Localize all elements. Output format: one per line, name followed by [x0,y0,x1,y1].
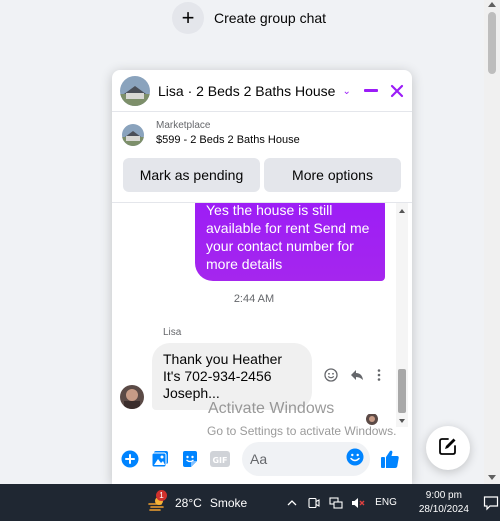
listing-source: Marketplace [156,120,211,131]
outgoing-message: Yes the house is still available for ren… [195,203,385,281]
avatar[interactable] [120,385,144,409]
clock-time: 9:00 pm [425,489,462,501]
message-input[interactable] [250,451,346,467]
weather-widget[interactable]: 1 28°C Smoke [147,489,248,512]
network-icon[interactable] [329,496,343,510]
more-icon[interactable] [376,368,382,387]
mark-as-pending-button[interactable]: Mark as pending [123,158,260,192]
page-scrollbar[interactable] [484,0,500,484]
scroll-up-arrow[interactable] [488,2,496,7]
clock[interactable]: 9:00 pm 28/10/2024 [419,489,469,517]
minimize-icon[interactable] [364,89,378,92]
notification-icon[interactable] [483,495,499,511]
close-icon[interactable] [390,84,404,98]
weather-badge: 1 [156,489,167,501]
sender-name: Lisa [163,327,182,338]
chat-header: Lisa · 2 Beds 2 Baths House ⌄ [112,70,412,112]
listing-avatar[interactable] [120,75,150,106]
weather-condition: Smoke [209,495,248,510]
scroll-down-arrow[interactable] [488,475,496,480]
sticker-icon[interactable] [180,449,200,469]
new-message-button[interactable] [426,426,470,470]
image-icon[interactable] [150,449,170,469]
system-tray: ENG [285,496,397,510]
message-timestamp: 2:44 AM [233,293,275,305]
taskbar: 1 28°C Smoke ENG 9:00 pm 28/10/2024 [0,484,500,521]
chat-window: Lisa · 2 Beds 2 Baths House ⌄ Marketplac… [112,70,412,484]
weather-icon: 1 [147,489,167,512]
language-indicator[interactable]: ENG [375,497,397,508]
plus-circle-icon[interactable] [120,449,140,469]
scrollbar-thumb[interactable] [488,12,496,74]
plus-icon: + [172,2,204,34]
meet-now-icon[interactable] [307,496,321,510]
emoji-icon[interactable] [346,448,364,471]
listing-price-title: $599 - 2 Beds 2 Baths House [156,134,300,146]
chevron-down-icon[interactable]: ⌄ [342,86,350,97]
message-scrollbar[interactable] [396,203,408,427]
chat-title[interactable]: Lisa · 2 Beds 2 Baths House [158,83,335,99]
listing-actions: Mark as pending More options [112,158,412,192]
scrollbar-thumb[interactable] [398,369,406,413]
scroll-up-arrow[interactable] [399,209,405,213]
compose-icon [439,437,457,460]
message-input-wrapper [242,442,370,476]
message-actions [324,368,382,387]
svg-text:GIF: GIF [212,456,227,465]
react-icon[interactable] [324,368,338,387]
temperature: 28°C [175,495,202,510]
thumbs-up-icon[interactable] [380,449,400,469]
volume-muted-icon[interactable] [351,496,365,510]
gif-icon[interactable]: GIF [210,449,230,469]
marketplace-listing[interactable]: Marketplace $599 - 2 Beds 2 Baths House [112,112,412,158]
composer: GIF [112,434,412,484]
more-options-button[interactable]: More options [264,158,401,192]
listing-thumbnail [122,124,144,146]
scroll-down-arrow[interactable] [399,419,405,423]
create-group-chat-button[interactable]: + Create group chat [172,2,326,34]
reply-icon[interactable] [350,368,364,387]
activation-watermark-subtitle: Go to Settings to activate Windows. [207,424,397,438]
activation-watermark-title: Activate Windows [208,400,335,417]
chevron-up-icon[interactable] [285,496,299,510]
create-group-label: Create group chat [214,10,327,26]
clock-date: 28/10/2024 [418,503,469,515]
